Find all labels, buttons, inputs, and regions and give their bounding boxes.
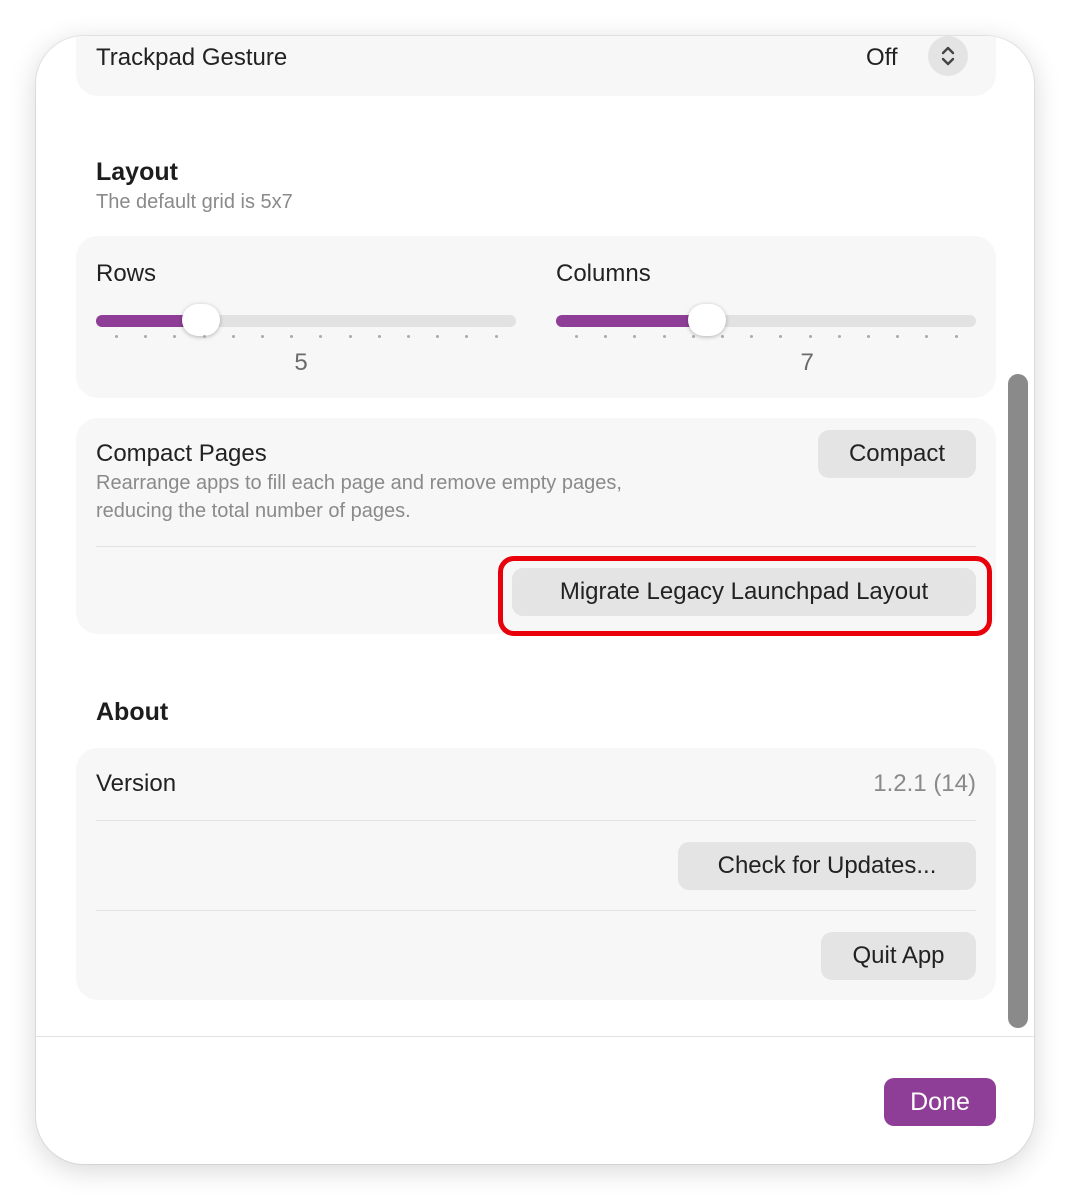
slider-tick <box>721 335 724 338</box>
slider-tick <box>494 335 498 338</box>
slider-tick <box>750 335 754 338</box>
quit-app-button[interactable]: Quit App <box>821 932 976 980</box>
trackpad-gesture-stepper[interactable] <box>928 36 968 76</box>
footer-divider <box>36 1036 1034 1037</box>
layout-card: Rows Columns 5 7 <box>76 236 996 398</box>
slider-tick <box>662 335 666 338</box>
compact-pages-description-line2: reducing the total number of pages. <box>96 500 411 522</box>
columns-slider-fill <box>556 315 708 327</box>
slider-tick <box>144 335 148 338</box>
settings-scroll-area[interactable]: Trackpad Gesture Off Layout The default … <box>36 36 1034 1036</box>
done-button[interactable]: Done <box>884 1078 996 1126</box>
compact-pages-description-line1: Rearrange apps to fill each page and rem… <box>96 472 622 494</box>
slider-tick <box>604 335 608 338</box>
slider-tick <box>779 335 783 338</box>
slider-tick <box>407 335 410 338</box>
rows-slider[interactable]: 5 <box>96 304 516 395</box>
version-label: Version <box>96 770 177 797</box>
rows-label: Rows <box>96 260 157 287</box>
compact-card-divider <box>96 546 976 547</box>
about-section-title: About <box>96 698 169 726</box>
rows-slider-knob[interactable] <box>182 304 220 336</box>
columns-slider-knob[interactable] <box>688 304 727 336</box>
slider-tick <box>691 335 695 338</box>
slider-tick <box>465 335 469 338</box>
slider-tick <box>231 335 235 338</box>
compact-pages-title: Compact Pages <box>96 440 267 467</box>
slider-tick <box>575 335 578 338</box>
slider-tick <box>896 335 900 338</box>
slider-tick <box>348 335 352 338</box>
columns-label: Columns <box>556 260 651 287</box>
rows-slider-value: 5 <box>294 349 308 376</box>
slider-tick <box>867 335 870 338</box>
migrate-legacy-layout-button[interactable]: Migrate Legacy Launchpad Layout <box>512 568 976 616</box>
about-card-divider-2 <box>96 910 976 911</box>
slider-tick <box>954 335 958 338</box>
about-card-divider-1 <box>96 820 976 821</box>
version-value: 1.2.1 (14) <box>873 770 976 797</box>
slider-tick <box>115 335 118 338</box>
trackpad-gesture-value[interactable]: Off <box>866 44 898 72</box>
columns-slider[interactable]: 7 <box>556 304 976 395</box>
layout-section-subtitle: The default grid is 5x7 <box>96 191 293 213</box>
slider-tick <box>808 335 812 338</box>
trackpad-gesture-label: Trackpad Gesture <box>96 44 288 71</box>
slider-tick <box>377 335 381 338</box>
compact-button[interactable]: Compact <box>818 430 976 478</box>
slider-tick <box>925 335 929 338</box>
slider-tick <box>290 335 294 338</box>
check-for-updates-button[interactable]: Check for Updates... <box>678 842 976 890</box>
compact-pages-card: Compact Pages Rearrange apps to fill eac… <box>76 418 996 634</box>
slider-tick <box>319 335 323 338</box>
chevron-up-down-icon <box>941 46 955 66</box>
slider-tick <box>202 335 206 338</box>
trackpad-gesture-card: Trackpad Gesture Off <box>76 36 996 96</box>
slider-tick <box>261 335 264 338</box>
layout-section-title: Layout <box>96 158 178 186</box>
slider-tick <box>837 335 841 338</box>
about-card: Version 1.2.1 (14) Check for Updates... … <box>76 748 996 1000</box>
settings-window: Trackpad Gesture Off Layout The default … <box>36 36 1034 1164</box>
slider-tick <box>173 335 177 338</box>
scrollbar-thumb[interactable] <box>1008 374 1028 1028</box>
slider-tick <box>633 335 637 338</box>
columns-slider-value: 7 <box>800 349 814 376</box>
slider-tick <box>436 335 440 338</box>
